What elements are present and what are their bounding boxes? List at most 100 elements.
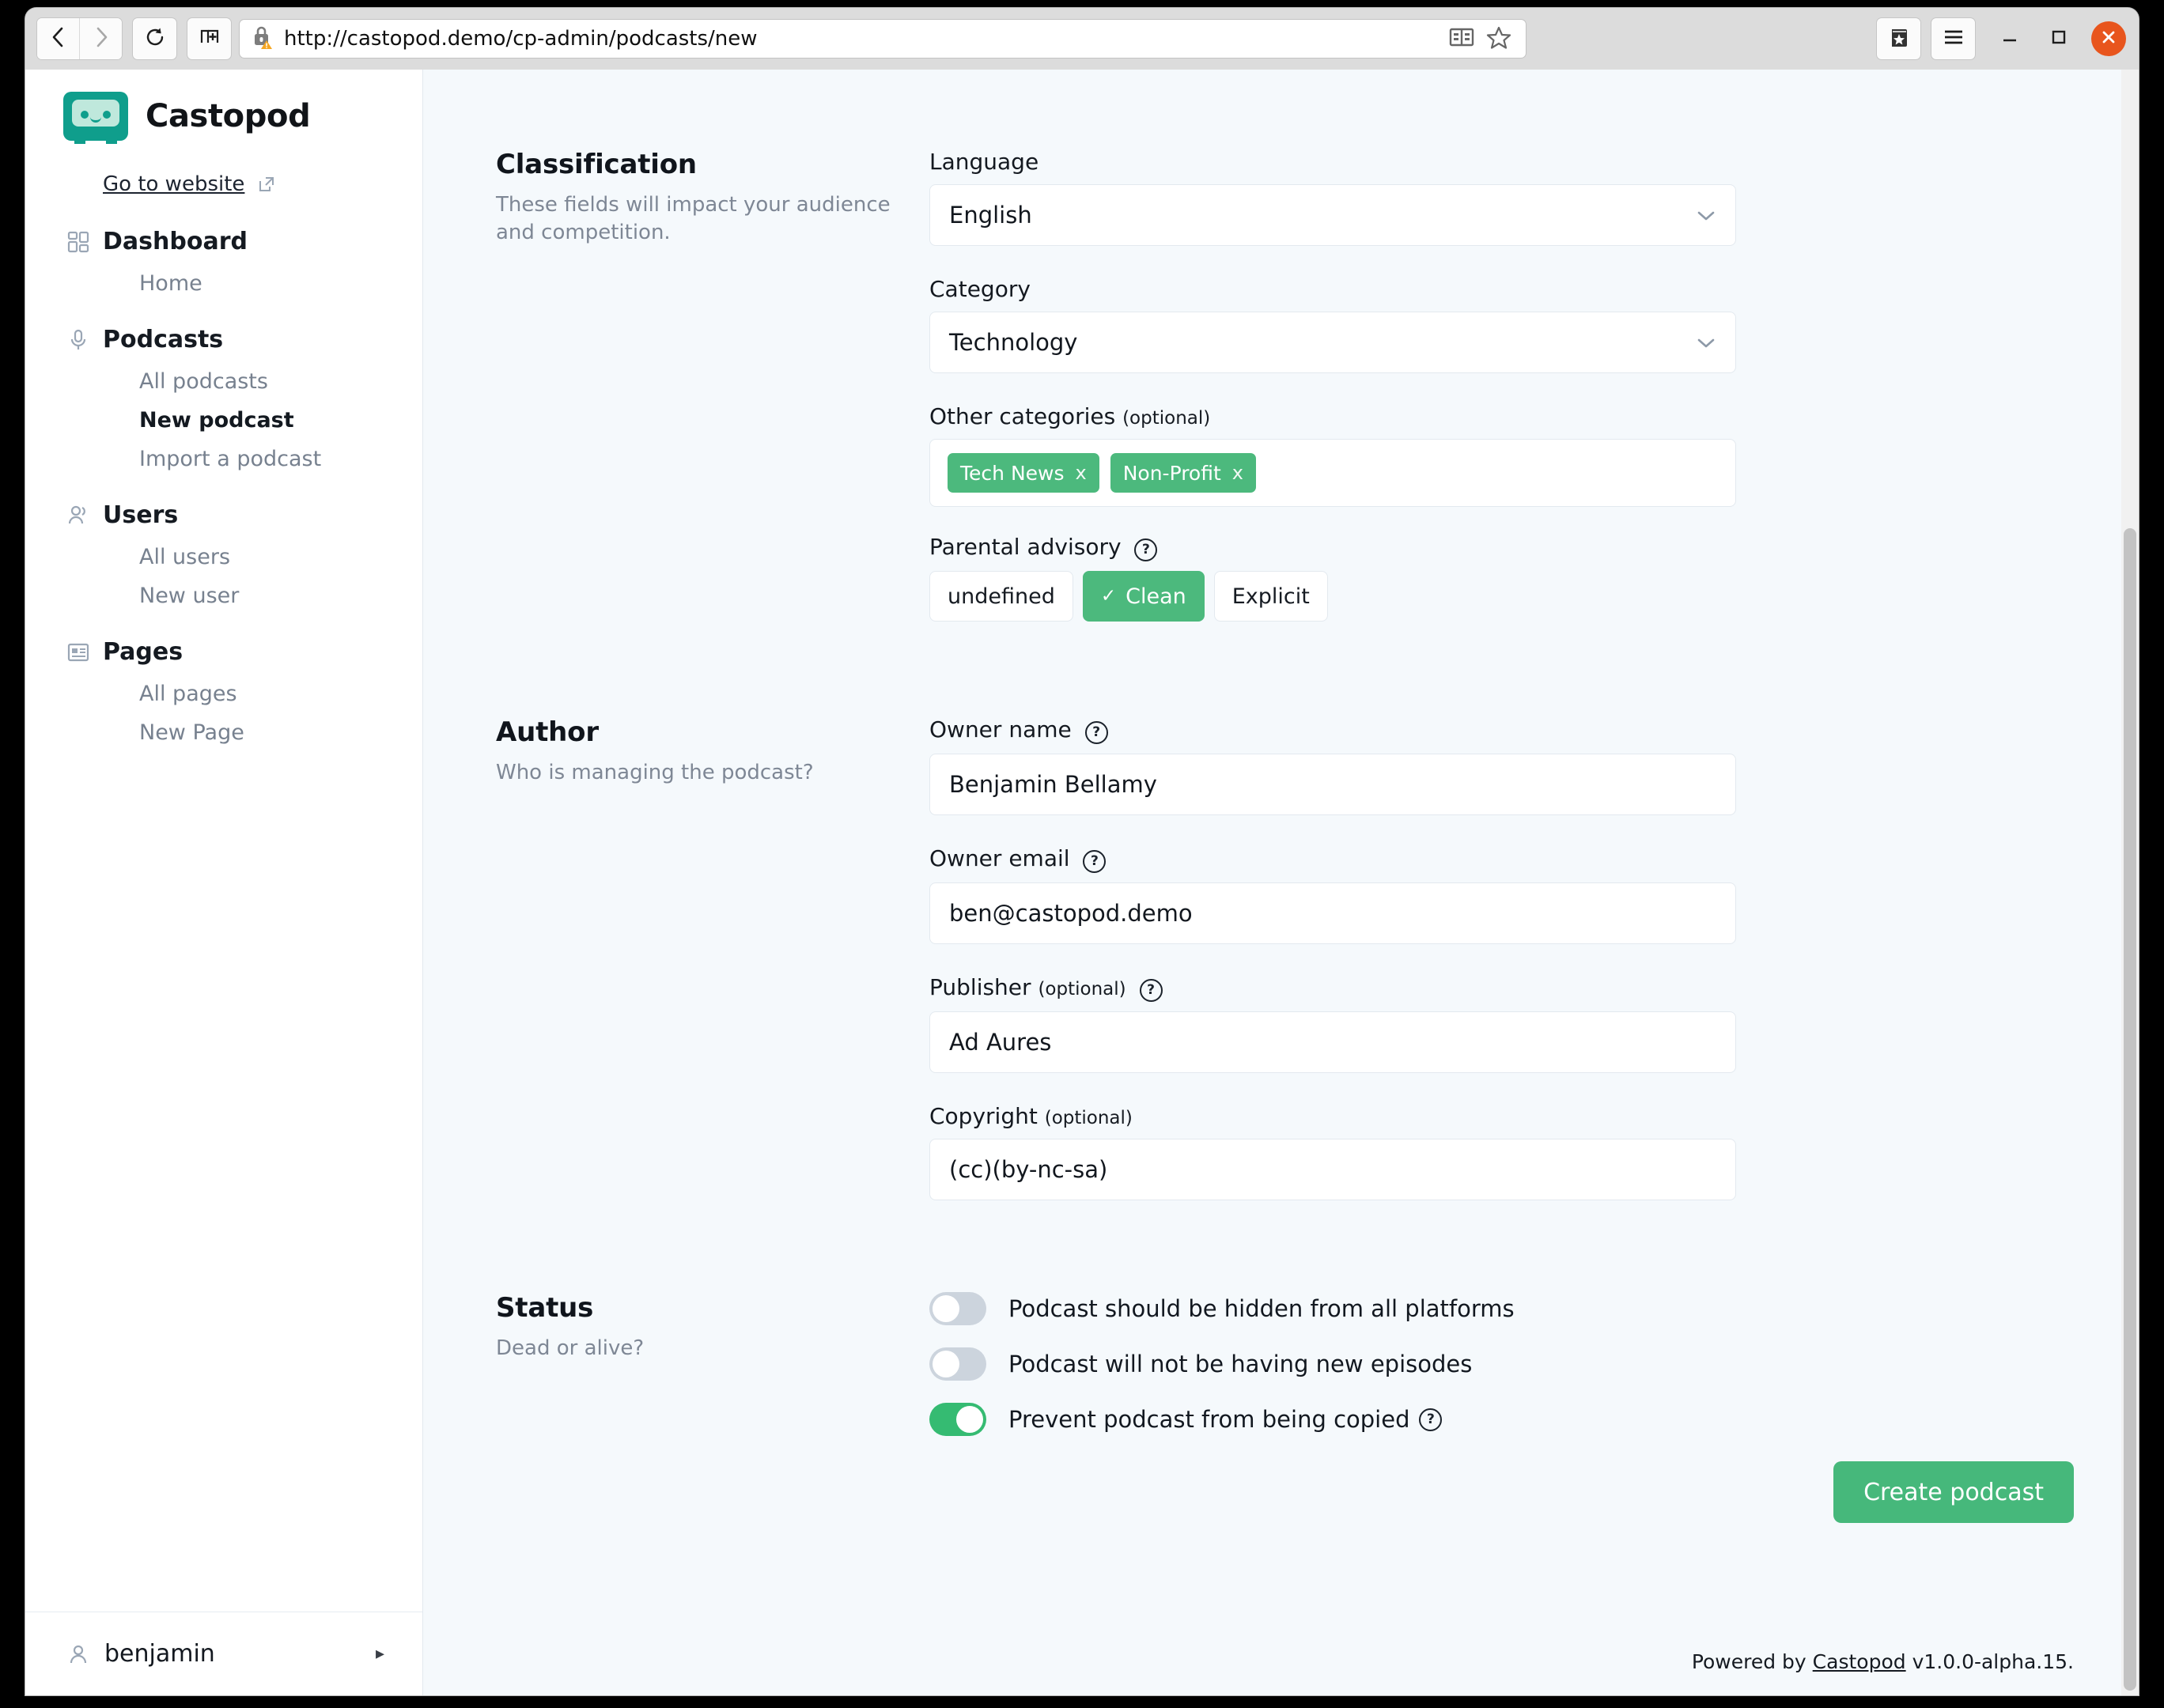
question-mark-icon[interactable]: ? xyxy=(1083,850,1107,873)
optional-hint: (optional) xyxy=(1038,979,1126,999)
toggle-prevent-copy[interactable]: Prevent podcast from being copied ? xyxy=(929,1403,1736,1436)
section-title: Status xyxy=(496,1292,594,1324)
hamburger-menu-icon xyxy=(1942,27,1965,51)
sidebar-item-podcasts[interactable]: Podcasts xyxy=(25,326,422,353)
castopod-link[interactable]: Castopod xyxy=(1813,1650,1906,1673)
close-icon xyxy=(2099,28,2118,50)
toggle-switch[interactable] xyxy=(929,1403,986,1436)
insecure-lock-warning-icon[interactable] xyxy=(251,25,274,53)
toggle-hidden-from-platforms[interactable]: Podcast should be hidden from all platfo… xyxy=(929,1292,1736,1325)
back-button[interactable] xyxy=(37,18,79,59)
star-bookmark-icon[interactable] xyxy=(1486,25,1511,52)
sidebar-item-all-users[interactable]: All users xyxy=(25,546,422,568)
owner-name-field[interactable]: Benjamin Bellamy xyxy=(929,754,1736,815)
other-categories-tag-input[interactable]: Tech News x Non-Profit x xyxy=(929,439,1736,507)
sidebar-item-dashboard[interactable]: Dashboard xyxy=(25,228,422,255)
sidebar-group-label: Users xyxy=(103,501,179,529)
chevron-down-icon xyxy=(1696,329,1716,356)
minimize-button[interactable] xyxy=(1985,14,2034,63)
category-select[interactable]: Technology xyxy=(929,312,1736,373)
copyright-value: (cc)(by-nc-sa) xyxy=(949,1156,1108,1183)
back-arrow-icon xyxy=(48,25,69,52)
external-link-icon xyxy=(257,175,276,194)
sidebar-item-all-pages[interactable]: All pages xyxy=(25,683,422,705)
section-description: Dead or alive? xyxy=(496,1336,645,1360)
sidebar-item-pages[interactable]: Pages xyxy=(25,638,422,666)
toggle-switch[interactable] xyxy=(929,1292,986,1325)
new-tab-button[interactable] xyxy=(187,17,232,60)
pages-article-icon xyxy=(65,639,92,666)
other-categories-label: Other categories (optional) xyxy=(929,403,1736,429)
forward-button[interactable] xyxy=(79,18,122,59)
category-tag-label: Non-Profit xyxy=(1122,461,1221,485)
category-tag[interactable]: Tech News x xyxy=(948,453,1099,493)
section-title: Classification xyxy=(496,149,697,180)
owner-email-field[interactable]: ben@castopod.demo xyxy=(929,882,1736,944)
nav-group-pages: Pages All pages New Page xyxy=(25,638,422,743)
create-podcast-button[interactable]: Create podcast xyxy=(1833,1461,2074,1523)
parental-advisory-label-text: Parental advisory xyxy=(929,534,1122,560)
parental-advisory-options: undefined ✓ Clean Explicit xyxy=(929,571,1736,622)
brand[interactable]: Castopod xyxy=(25,70,422,144)
question-mark-icon[interactable]: ? xyxy=(1419,1408,1443,1431)
microphone-icon xyxy=(65,327,92,353)
castopod-cassette-logo xyxy=(63,92,128,144)
optional-hint: (optional) xyxy=(1044,1108,1133,1128)
owner-name-label-text: Owner name xyxy=(929,716,1072,743)
parental-advisory-option-clean[interactable]: ✓ Clean xyxy=(1082,571,1205,622)
parental-advisory-option-undefined[interactable]: undefined xyxy=(929,571,1073,622)
language-label: Language xyxy=(929,149,1736,175)
check-icon: ✓ xyxy=(1100,586,1117,606)
sidebar-user-menu[interactable]: benjamin ▸ xyxy=(25,1612,422,1695)
sidebar-group-label: Podcasts xyxy=(103,326,224,353)
nav-group-users: Users All users New user xyxy=(25,501,422,606)
nav-group-dashboard: Dashboard Home xyxy=(25,228,422,294)
sidebar-item-new-page[interactable]: New Page xyxy=(25,722,422,743)
toggle-label: Podcast should be hidden from all platfo… xyxy=(1008,1295,1515,1322)
remove-tag-icon[interactable]: x xyxy=(1076,462,1087,484)
remove-tag-icon[interactable]: x xyxy=(1232,462,1243,484)
caret-right-icon: ▸ xyxy=(375,1644,384,1664)
toggle-switch[interactable] xyxy=(929,1347,986,1381)
sidebar-item-home[interactable]: Home xyxy=(25,273,422,294)
library-button[interactable] xyxy=(1876,17,1921,60)
page-content: Castopod Go to website Dashboard Home Po… xyxy=(25,70,2139,1695)
close-button[interactable] xyxy=(2091,21,2126,56)
question-mark-icon[interactable]: ? xyxy=(1134,538,1158,561)
vertical-scrollbar[interactable] xyxy=(2121,70,2139,1695)
category-value: Technology xyxy=(949,329,1078,356)
scrollbar-thumb[interactable] xyxy=(2124,528,2136,1691)
url-text[interactable]: http://castopod.demo/cp-admin/podcasts/n… xyxy=(284,27,1448,51)
owner-name-value: Benjamin Bellamy xyxy=(949,771,1157,798)
copyright-field[interactable]: (cc)(by-nc-sa) xyxy=(929,1139,1736,1200)
go-to-website-label: Go to website xyxy=(103,172,245,196)
option-label: Clean xyxy=(1126,584,1186,609)
nav-button-group xyxy=(36,17,123,60)
sidebar-item-import-a-podcast[interactable]: Import a podcast xyxy=(25,448,422,470)
sidebar-item-new-user[interactable]: New user xyxy=(25,585,422,606)
question-mark-icon[interactable]: ? xyxy=(1084,721,1108,744)
address-bar[interactable]: http://castopod.demo/cp-admin/podcasts/n… xyxy=(239,19,1527,59)
category-tag[interactable]: Non-Profit x xyxy=(1110,453,1256,493)
publisher-label: Publisher (optional) ? xyxy=(929,974,1736,1002)
reader-view-icon[interactable] xyxy=(1448,25,1475,52)
owner-email-label: Owner email ? xyxy=(929,845,1736,873)
user-name: benjamin xyxy=(104,1640,215,1668)
toggle-no-new-episodes[interactable]: Podcast will not be having new episodes xyxy=(929,1347,1736,1381)
parental-advisory-option-explicit[interactable]: Explicit xyxy=(1213,571,1328,622)
app-menu-button[interactable] xyxy=(1931,17,1976,60)
maximize-button[interactable] xyxy=(2034,14,2083,63)
sidebar-item-new-podcast[interactable]: New podcast xyxy=(25,410,422,431)
language-select[interactable]: English xyxy=(929,184,1736,246)
go-to-website-link[interactable]: Go to website xyxy=(103,172,422,196)
sidebar-item-all-podcasts[interactable]: All podcasts xyxy=(25,371,422,392)
publisher-field[interactable]: Ad Aures xyxy=(929,1011,1736,1073)
sidebar-group-label: Pages xyxy=(103,638,183,666)
question-mark-icon[interactable]: ? xyxy=(1139,979,1163,1002)
section-title: Author xyxy=(496,716,599,748)
reload-button[interactable] xyxy=(132,17,177,60)
users-icon xyxy=(65,502,92,529)
sidebar-item-users[interactable]: Users xyxy=(25,501,422,529)
maximize-icon xyxy=(2049,27,2069,51)
browser-window: http://castopod.demo/cp-admin/podcasts/n… xyxy=(25,8,2139,1695)
